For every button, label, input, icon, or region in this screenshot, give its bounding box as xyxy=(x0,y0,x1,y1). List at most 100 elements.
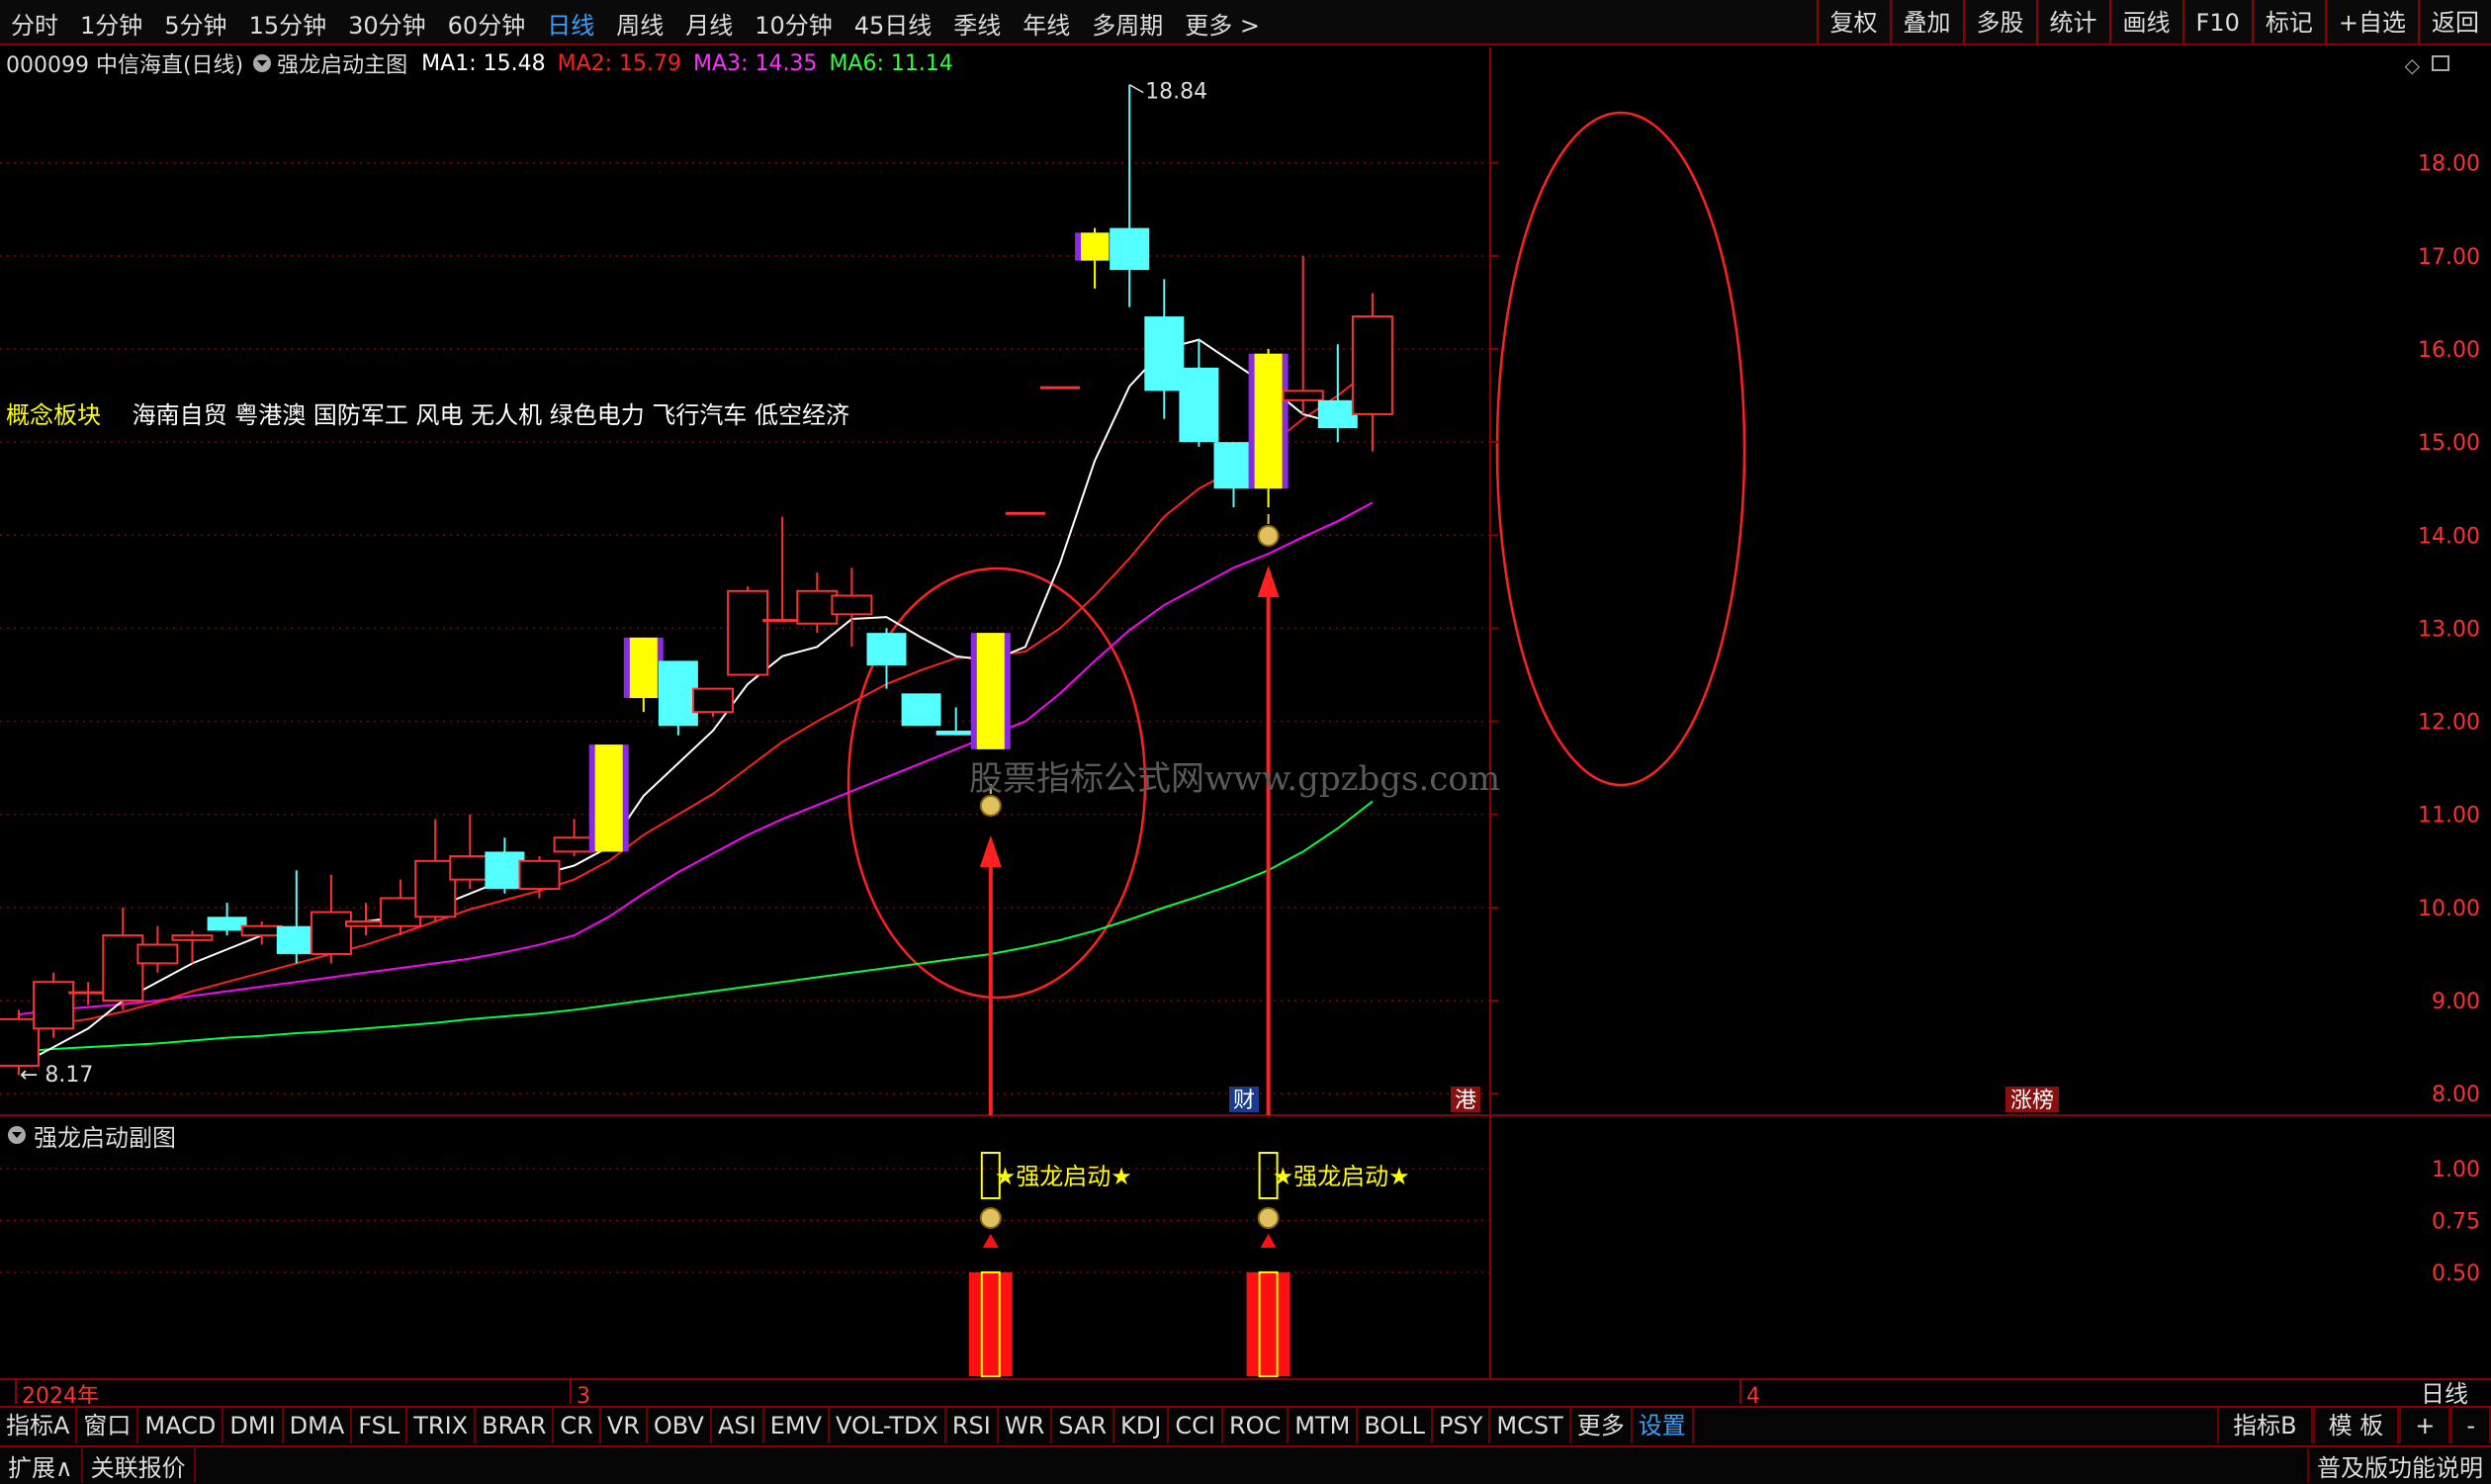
candle[interactable] xyxy=(68,982,109,1005)
indicator-tab-vol-tdx[interactable]: VOL-TDX xyxy=(830,1408,946,1443)
indicator-tab-obv[interactable]: OBV xyxy=(648,1408,712,1443)
indicator-tab-macd[interactable]: MACD xyxy=(138,1408,224,1443)
candlestick-chart[interactable]: 18.84 ← 8.17 财 港 涨榜 ★强龙启动★ ★强龙启动★ 18.00 17.00 1… xyxy=(0,0,2491,1404)
candle[interactable] xyxy=(658,660,698,736)
candle-body xyxy=(658,660,698,727)
candle[interactable] xyxy=(831,567,873,648)
candle[interactable] xyxy=(380,879,422,936)
y-tick-label: 11.00 xyxy=(2418,804,2480,829)
candle[interactable] xyxy=(102,907,144,1010)
signal-candle-body xyxy=(594,744,623,852)
indicator-tab-boll[interactable]: BOLL xyxy=(1358,1408,1434,1443)
indicator-tab-dma[interactable]: DMA xyxy=(284,1408,353,1443)
indicator-tab-emv[interactable]: EMV xyxy=(764,1408,830,1443)
indicator-tab-fsl[interactable]: FSL xyxy=(352,1408,408,1443)
indicator-tab-mcst[interactable]: MCST xyxy=(1490,1408,1571,1443)
y-tick-label: 14.00 xyxy=(2418,524,2480,549)
candle[interactable] xyxy=(727,586,769,676)
candle[interactable] xyxy=(553,819,595,857)
candle[interactable] xyxy=(310,874,352,964)
signal-candle-body xyxy=(1081,232,1110,261)
concept-tags: 海南自贸 粤港澳 国防军工 风电 无人机 绿色电力 飞行汽车 低空经济 xyxy=(132,401,850,429)
indicator-right-button-0[interactable]: 指标B xyxy=(2217,1408,2313,1443)
event-tag[interactable]: 财 xyxy=(1233,1089,1255,1113)
indicator-right-button-1[interactable]: 模 板 xyxy=(2312,1408,2400,1443)
candle[interactable] xyxy=(762,516,803,623)
concept-label: 概念板块 xyxy=(6,401,101,429)
candle[interactable] xyxy=(449,814,491,890)
candle[interactable] xyxy=(33,972,75,1038)
status-button-0[interactable]: 扩展∧ xyxy=(0,1448,83,1483)
candle-body xyxy=(1282,390,1324,401)
indicator-tab-1[interactable]: 窗口 xyxy=(77,1408,139,1443)
indicator-tab-sar[interactable]: SAR xyxy=(1052,1408,1115,1443)
candle-body xyxy=(866,633,907,666)
watermark: 股票指标公式网www.gpzbgs.com xyxy=(969,759,1501,799)
candle[interactable] xyxy=(623,637,664,713)
candle[interactable] xyxy=(901,693,941,727)
candle[interactable] xyxy=(1040,386,1080,390)
candle-body xyxy=(414,859,457,918)
candle-body xyxy=(935,731,976,736)
indicator-tab-cci[interactable]: CCI xyxy=(1169,1408,1223,1443)
candle[interactable] xyxy=(796,571,839,634)
signal-candle-body xyxy=(1254,353,1283,489)
indicator-tab-brar[interactable]: BRAR xyxy=(476,1408,555,1443)
candle[interactable] xyxy=(588,744,629,852)
candle[interactable] xyxy=(1075,227,1115,289)
status-button-1[interactable]: 关联报价 xyxy=(83,1448,196,1483)
y-tick-label: 15.00 xyxy=(2418,431,2480,456)
indicator-tab-trix[interactable]: TRIX xyxy=(407,1408,477,1443)
candle[interactable] xyxy=(1248,349,1289,508)
candle-body xyxy=(1179,367,1219,443)
status-bar: 扩展∧ 关联报价 普及版功能说明 xyxy=(0,1445,2491,1484)
candle[interactable] xyxy=(970,633,1011,749)
candle-body xyxy=(310,911,352,955)
event-tag[interactable]: 港 xyxy=(1455,1089,1476,1113)
candle-body xyxy=(485,851,525,890)
sub-chart-dropdown-icon[interactable] xyxy=(8,1126,26,1144)
indicator-tab-25[interactable]: 设置 xyxy=(1633,1408,1694,1443)
candle-body xyxy=(1351,315,1393,415)
candle-body xyxy=(102,934,144,1003)
candle[interactable] xyxy=(414,819,457,922)
candle[interactable] xyxy=(1282,255,1324,414)
indicator-tab-roc[interactable]: ROC xyxy=(1223,1408,1290,1443)
candle[interactable] xyxy=(1144,279,1185,419)
sub-chart-title[interactable]: 强龙启动副图 xyxy=(34,1118,176,1153)
candle[interactable] xyxy=(276,870,316,964)
candle[interactable] xyxy=(866,628,907,689)
candle[interactable] xyxy=(1351,293,1393,452)
indicator-right-button-2[interactable]: + xyxy=(2399,1408,2451,1443)
indicator-tab-24[interactable]: 更多 xyxy=(1571,1408,1633,1443)
candle[interactable] xyxy=(1317,344,1358,443)
candle-body xyxy=(831,594,873,616)
indicator-tab-cr[interactable]: CR xyxy=(554,1408,601,1443)
indicator-tab-kdj[interactable]: KDJ xyxy=(1114,1408,1170,1443)
indicator-tab-a[interactable]: 指标A xyxy=(0,1408,78,1443)
indicator-tab-wr[interactable]: WR xyxy=(999,1408,1053,1443)
candle[interactable] xyxy=(485,837,525,894)
y-tick-label: 16.00 xyxy=(2418,338,2480,363)
candle[interactable] xyxy=(1179,339,1219,447)
candle-body xyxy=(1213,442,1254,489)
indicator-tab-asi[interactable]: ASI xyxy=(712,1408,764,1443)
candle[interactable] xyxy=(207,903,247,936)
indicator-tab-rsi[interactable]: RSI xyxy=(946,1408,999,1443)
candle[interactable] xyxy=(1005,511,1045,515)
indicator-tab-psy[interactable]: PSY xyxy=(1433,1408,1491,1443)
candle[interactable] xyxy=(136,925,179,973)
event-tag[interactable]: 涨榜 xyxy=(2010,1089,2054,1113)
indicator-tab-mtm[interactable]: MTM xyxy=(1289,1408,1359,1443)
indicator-tab-vr[interactable]: VR xyxy=(601,1408,648,1443)
candle-body xyxy=(345,920,387,927)
candle[interactable] xyxy=(1213,442,1254,508)
candle-body xyxy=(692,687,734,714)
candle[interactable] xyxy=(692,687,734,717)
feature-help-link[interactable]: 普及版功能说明 xyxy=(2307,1448,2491,1483)
indicator-right-button-3[interactable]: - xyxy=(2450,1408,2491,1443)
candle[interactable] xyxy=(1110,84,1150,307)
indicator-tab-dmi[interactable]: DMI xyxy=(223,1408,284,1443)
money-bag-icon xyxy=(1257,1207,1280,1229)
candle[interactable] xyxy=(518,856,561,899)
